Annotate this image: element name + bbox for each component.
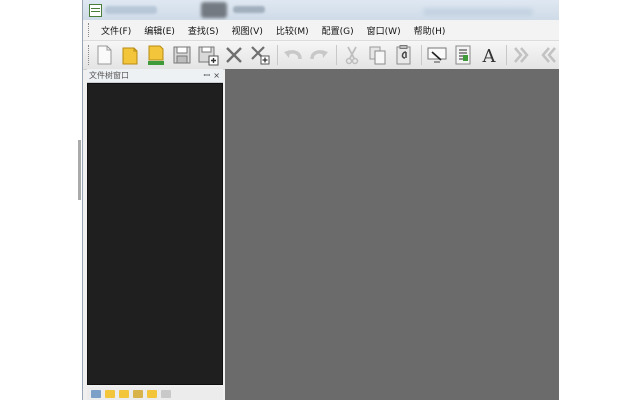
close-all-button[interactable] (248, 43, 272, 67)
menubar-grip[interactable] (88, 23, 91, 37)
app-icon (89, 4, 102, 17)
font-button[interactable]: A (477, 43, 501, 67)
open-folder-icon (122, 47, 138, 65)
pin-icon[interactable]: ꟷ (203, 69, 210, 82)
save-icon (173, 46, 191, 64)
list-button[interactable] (451, 43, 475, 67)
cut-icon (345, 46, 359, 65)
file-tree-panel-title: 文件树窗口 (89, 71, 129, 80)
copy-icon (369, 46, 386, 65)
editor-area[interactable] (225, 69, 559, 400)
open-file-button[interactable] (118, 43, 142, 67)
open-folder-green-icon (148, 45, 164, 65)
menu-file[interactable]: 文件(F) (97, 22, 135, 39)
undo-icon (284, 50, 302, 60)
close-button[interactable] (222, 43, 246, 67)
menu-help[interactable]: 帮助(H) (410, 22, 450, 39)
redo-button[interactable] (307, 43, 331, 67)
panel-tab-icon[interactable] (133, 389, 143, 398)
redo-icon (310, 50, 328, 60)
new-file-icon (97, 45, 112, 65)
close-all-icon (251, 46, 270, 65)
monitor-icon (427, 47, 447, 63)
save-button[interactable] (170, 43, 194, 67)
menu-search[interactable]: 查找(S) (184, 22, 223, 39)
panel-tab-icon[interactable] (105, 389, 115, 398)
menu-bar: 文件(F) 编辑(E) 查找(S) 视图(V) 比较(M) 配置(G) 窗口(W… (83, 20, 559, 41)
svg-text:A: A (482, 46, 497, 66)
new-file-button[interactable] (92, 43, 116, 67)
indent-button[interactable] (510, 43, 534, 67)
undo-button[interactable] (281, 43, 305, 67)
outdent-icon (541, 47, 556, 63)
paste-icon (396, 45, 411, 65)
list-icon (455, 45, 471, 65)
panel-tab-icon[interactable] (147, 389, 157, 398)
save-all-button[interactable] (196, 43, 220, 67)
background-window-edge (78, 140, 81, 200)
paste-button[interactable] (392, 43, 416, 67)
file-tree-view[interactable] (87, 83, 223, 385)
panel-tab-strip (87, 387, 223, 400)
copy-button[interactable] (366, 43, 390, 67)
font-icon: A (482, 46, 497, 66)
panel-tab-icon[interactable] (161, 389, 171, 398)
background-blur (423, 8, 533, 16)
file-tree-panel-header: 文件树窗口 ꟷ × (87, 69, 223, 83)
monitor-button[interactable] (425, 43, 449, 67)
menu-config[interactable]: 配置(G) (318, 22, 358, 39)
toolbar: A (83, 41, 559, 70)
toolbar-separator (336, 45, 337, 65)
background-blur (201, 2, 227, 18)
save-all-icon (198, 46, 219, 66)
indent-icon (514, 47, 529, 63)
toolbar-separator (277, 45, 278, 65)
cut-button[interactable] (340, 43, 364, 67)
close-panel-icon[interactable]: × (213, 69, 220, 82)
outdent-button[interactable] (536, 43, 559, 67)
application-window: 文件(F) 编辑(E) 查找(S) 视图(V) 比较(M) 配置(G) 窗口(W… (82, 0, 559, 400)
toolbar-separator (506, 45, 507, 65)
title-bar[interactable] (83, 0, 559, 20)
file-tree-panel: 文件树窗口 ꟷ × (87, 69, 223, 400)
background-blur (233, 6, 265, 13)
panel-tab-icon[interactable] (119, 389, 129, 398)
window-title-blurred (105, 6, 157, 14)
close-icon (226, 47, 242, 63)
open-project-button[interactable] (144, 43, 168, 67)
menu-window[interactable]: 窗口(W) (363, 22, 405, 39)
menu-edit[interactable]: 编辑(E) (140, 22, 179, 39)
toolbar-grip[interactable] (88, 45, 89, 65)
menu-view[interactable]: 视图(V) (228, 22, 267, 39)
menu-compare[interactable]: 比较(M) (272, 22, 313, 39)
panel-tab-icon[interactable] (91, 389, 101, 398)
toolbar-separator (421, 45, 422, 65)
